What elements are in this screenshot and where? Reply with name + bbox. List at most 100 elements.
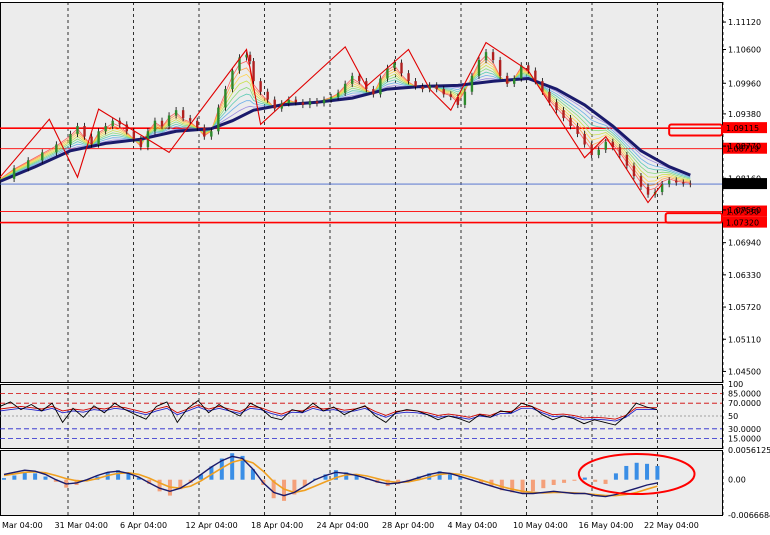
- candle-body: [386, 67, 389, 79]
- x-tick-label: 28 Apr 04:00: [382, 521, 434, 530]
- x-tick-label: 18 Apr 04:00: [251, 521, 303, 530]
- candle-body: [153, 120, 157, 132]
- candle-body: [167, 115, 171, 127]
- y-tick-label: 1.06940: [728, 239, 761, 248]
- candle-body: [203, 127, 206, 137]
- macd-panel-frame: [0, 450, 723, 516]
- oscillator-y-tick: 85.0000: [728, 390, 761, 399]
- candle-body: [639, 176, 643, 187]
- candle-body: [477, 60, 481, 76]
- candle-body: [597, 149, 600, 156]
- candle-body: [689, 183, 692, 185]
- y-tick-label: 1.10600: [728, 46, 761, 55]
- candle-body: [55, 144, 58, 153]
- x-tick-label: 24 Apr 04:00: [317, 521, 369, 530]
- candle-body: [555, 102, 558, 111]
- candle-body: [667, 180, 671, 185]
- y-tick-label: 1.06330: [728, 271, 761, 280]
- candle-body: [111, 120, 114, 127]
- y-tick-label: 1.08770: [728, 142, 761, 151]
- candle-body: [90, 136, 93, 145]
- macd-histogram-bar: [655, 465, 660, 480]
- oscillator-y-tick: 50: [728, 412, 738, 421]
- macd-histogram-bar: [33, 473, 38, 480]
- macd-histogram-bar: [541, 479, 546, 489]
- candle-body: [266, 91, 269, 100]
- candle-body: [484, 52, 488, 61]
- candle-body: [350, 75, 354, 84]
- candle-body: [393, 62, 396, 68]
- candle-body: [625, 155, 629, 166]
- candle-body: [174, 110, 178, 116]
- macd-histogram-bar: [530, 479, 535, 492]
- chart-svg: 1.091151.087191.080541.075301.07320 Mar …: [0, 2, 770, 530]
- y-tick-label: 1.07560: [728, 206, 761, 215]
- candle-body: [576, 126, 579, 134]
- candle-body: [248, 54, 252, 62]
- candle-body: [26, 160, 30, 169]
- y-tick-label: 1.05720: [728, 303, 761, 312]
- macd-histogram-bar: [624, 465, 629, 480]
- candle-body: [315, 101, 319, 104]
- candle-body: [675, 180, 678, 183]
- candle-body: [449, 94, 453, 97]
- candle-body: [132, 131, 136, 140]
- candle-body: [196, 120, 199, 128]
- macd-y-tick: -0.0066684: [728, 511, 770, 520]
- candle-body: [407, 73, 410, 82]
- candle-body: [442, 89, 445, 95]
- candle-body: [505, 75, 509, 84]
- candle-body: [217, 107, 220, 132]
- candle-body: [470, 75, 474, 92]
- y-tick-label: 1.04500: [728, 367, 761, 376]
- candle-body: [12, 168, 16, 179]
- x-tick-label: Mar 04:00: [2, 521, 43, 530]
- candle-body: [491, 52, 495, 61]
- price-level-label: 1.09115: [726, 124, 759, 133]
- y-tick-label: 1.08160: [728, 174, 761, 183]
- macd-histogram-bar: [2, 478, 6, 480]
- candle-body: [372, 89, 375, 95]
- candle-body: [562, 110, 565, 119]
- macd-histogram-bar: [593, 479, 598, 482]
- macd-histogram-bar: [43, 476, 48, 480]
- candle-body: [210, 131, 213, 137]
- macd-y-tick: 0.00: [728, 476, 746, 485]
- oscillator-y-tick: 15.0000: [728, 434, 761, 443]
- macd-y-tick: 0.0056125: [728, 446, 770, 455]
- candle-body: [343, 83, 347, 93]
- x-tick-label: 6 Apr 04:00: [120, 521, 167, 530]
- candle-body: [400, 62, 403, 74]
- candle-body: [421, 86, 424, 90]
- candle-body: [435, 85, 438, 90]
- candle-body: [322, 99, 326, 104]
- oscillator-y-tick: 100: [728, 380, 743, 389]
- candle-body: [188, 118, 192, 121]
- y-tick-label: 1.05110: [728, 335, 761, 344]
- macd-histogram-bar: [645, 463, 650, 480]
- candle-body: [259, 81, 262, 92]
- candle-body: [632, 165, 636, 177]
- macd-histogram-bar: [551, 479, 556, 485]
- x-tick-label: 16 May 04:00: [579, 521, 634, 530]
- candle-body: [329, 97, 333, 100]
- candle-body: [224, 89, 227, 108]
- price-panel-frame: [0, 2, 723, 383]
- candle-body: [252, 61, 255, 82]
- y-tick-label: 1.11120: [728, 18, 761, 27]
- price-level-label: 1.07320: [726, 219, 759, 228]
- candle-body: [181, 110, 185, 119]
- candle-body: [97, 131, 100, 145]
- candle-body: [520, 65, 523, 79]
- candle-body: [379, 78, 382, 95]
- y-tick-label: 1.09380: [728, 110, 761, 119]
- oscillator-y-tick: 30.0000: [728, 425, 761, 434]
- candle-body: [513, 78, 516, 84]
- x-tick-label: 12 Apr 04:00: [186, 521, 238, 530]
- candle-body: [231, 70, 234, 90]
- candle-body: [569, 118, 572, 127]
- candle-body: [41, 152, 44, 161]
- candle-body: [160, 120, 164, 127]
- x-tick-label: 22 May 04:00: [644, 521, 699, 530]
- candle-body: [463, 91, 467, 105]
